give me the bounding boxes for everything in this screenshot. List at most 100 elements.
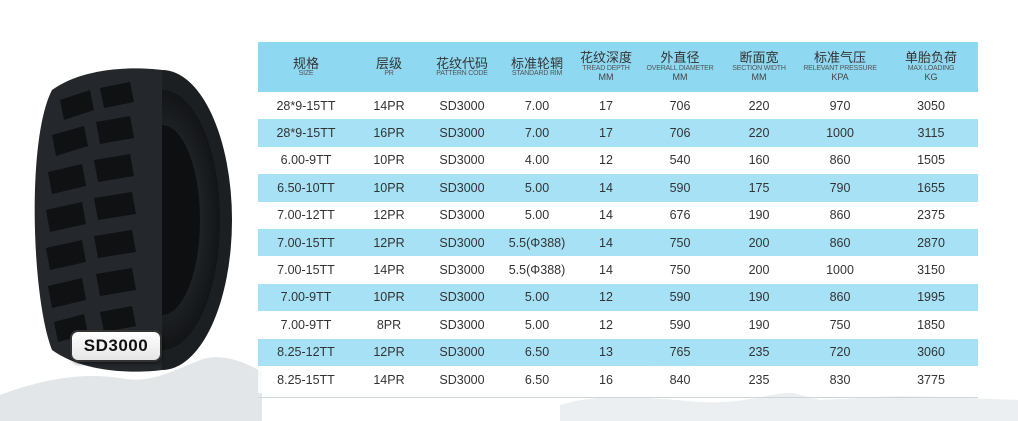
cell-width: 220	[722, 92, 796, 120]
table-row: 6.00-9TT 10PR SD3000 4.00 12 540 160 860 1505	[258, 146, 978, 175]
cell-width: 235	[722, 338, 796, 366]
cell-pattern: SD3000	[424, 174, 500, 202]
cell-load: 2870	[884, 228, 978, 257]
cell-ply: 14PR	[354, 365, 424, 394]
cell-diameter: 706	[638, 92, 722, 120]
cell-rim: 5.00	[500, 201, 574, 229]
cell-size: 6.00-9TT	[258, 146, 354, 175]
cell-width: 200	[722, 228, 796, 257]
cell-pattern: SD3000	[424, 201, 500, 229]
cell-width: 190	[722, 201, 796, 229]
cell-pattern: SD3000	[424, 283, 500, 312]
cell-pattern: SD3000	[424, 146, 500, 175]
cell-size: 7.00-15TT	[258, 256, 354, 284]
cell-diameter: 590	[638, 174, 722, 202]
cell-size: 28*9-15TT	[258, 92, 354, 120]
header-overall-diameter: 外直径 OVERALL DIAMETER MM	[638, 42, 722, 92]
table-row: 8.25-12TT 12PR SD3000 6.50 13 765 235 720 3060	[258, 338, 978, 366]
cell-pattern: SD3000	[424, 228, 500, 257]
cell-pattern: SD3000	[424, 92, 500, 120]
table-row: 7.00-9TT 10PR SD3000 5.00 12 590 190 860 1995	[258, 283, 978, 312]
cell-size: 6.50-10TT	[258, 174, 354, 202]
cell-tread-depth: 12	[574, 146, 638, 175]
cell-rim: 5.5(Φ388)	[500, 256, 574, 284]
cell-pressure: 860	[796, 228, 884, 257]
cell-size: 8.25-15TT	[258, 365, 354, 394]
cell-rim: 7.00	[500, 92, 574, 120]
cell-width: 200	[722, 256, 796, 284]
cell-ply: 12PR	[354, 338, 424, 366]
table-bottom-rule	[258, 397, 978, 398]
cell-load: 3775	[884, 365, 978, 394]
header-pattern-code: 花纹代码 PATTERN CODE	[424, 42, 500, 92]
cell-ply: 8PR	[354, 311, 424, 339]
header-size: 规格 SIZE	[258, 42, 354, 92]
header-ply-rating: 层级 PR	[354, 42, 424, 92]
cell-rim: 6.50	[500, 338, 574, 366]
cell-size: 7.00-9TT	[258, 311, 354, 339]
cell-pressure: 1000	[796, 119, 884, 147]
cell-load: 3115	[884, 119, 978, 147]
cell-rim: 5.00	[500, 174, 574, 202]
cell-load: 3060	[884, 338, 978, 366]
table-row: 7.00-15TT 12PR SD3000 5.5(Φ388) 14 750 200 860 2…	[258, 228, 978, 257]
cell-rim: 4.00	[500, 146, 574, 175]
cell-width: 235	[722, 365, 796, 394]
header-max-loading: 单胎负荷 MAX LOADING KG	[884, 42, 978, 92]
cell-load: 1505	[884, 146, 978, 175]
cell-tread-depth: 12	[574, 283, 638, 312]
cell-width: 220	[722, 119, 796, 147]
cell-pattern: SD3000	[424, 119, 500, 147]
header-row: 规格 SIZE 层级 PR 花纹代码 PATTERN CODE 标准轮辋 STANDAR…	[258, 42, 978, 92]
cell-size: 7.00-9TT	[258, 283, 354, 312]
cell-tread-depth: 14	[574, 174, 638, 202]
cell-ply: 14PR	[354, 256, 424, 284]
cell-diameter: 590	[638, 311, 722, 339]
cell-tread-depth: 14	[574, 256, 638, 284]
cell-pattern: SD3000	[424, 256, 500, 284]
cell-tread-depth: 17	[574, 92, 638, 120]
cell-diameter: 676	[638, 201, 722, 229]
cell-ply: 12PR	[354, 228, 424, 257]
cell-pressure: 860	[796, 201, 884, 229]
cell-diameter: 590	[638, 283, 722, 312]
cell-pressure: 830	[796, 365, 884, 394]
table-row: 7.00-15TT 14PR SD3000 5.5(Φ388) 14 750 200 1000…	[258, 256, 978, 284]
cell-diameter: 840	[638, 365, 722, 394]
header-tread-depth: 花纹深度 TREAD DEPTH MM	[574, 42, 638, 92]
cell-load: 1995	[884, 283, 978, 312]
table-row: 7.00-9TT 8PR SD3000 5.00 12 590 190 750 1850	[258, 311, 978, 339]
cell-size: 7.00-12TT	[258, 201, 354, 229]
table-row: 7.00-12TT 12PR SD3000 5.00 14 676 190 860 2375	[258, 201, 978, 229]
cell-pattern: SD3000	[424, 311, 500, 339]
cell-tread-depth: 14	[574, 201, 638, 229]
cell-ply: 14PR	[354, 92, 424, 120]
cell-pressure: 970	[796, 92, 884, 120]
cell-tread-depth: 13	[574, 338, 638, 366]
header-section-width: 断面宽 SECTION WIDTH MM	[722, 42, 796, 92]
cell-pressure: 750	[796, 311, 884, 339]
cell-load: 2375	[884, 201, 978, 229]
cell-pressure: 1000	[796, 256, 884, 284]
cell-load: 3150	[884, 256, 978, 284]
table-row: 6.50-10TT 10PR SD3000 5.00 14 590 175 790 1655	[258, 174, 978, 202]
cell-rim: 5.5(Φ388)	[500, 228, 574, 257]
cell-diameter: 540	[638, 146, 722, 175]
model-badge: SD3000	[70, 330, 162, 362]
cell-ply: 10PR	[354, 174, 424, 202]
cell-load: 1850	[884, 311, 978, 339]
cell-ply: 16PR	[354, 119, 424, 147]
cell-diameter: 765	[638, 338, 722, 366]
cell-diameter: 750	[638, 256, 722, 284]
cell-ply: 10PR	[354, 283, 424, 312]
cell-pressure: 790	[796, 174, 884, 202]
cell-load: 1655	[884, 174, 978, 202]
cell-diameter: 706	[638, 119, 722, 147]
tire-spec-table: 规格 SIZE 层级 PR 花纹代码 PATTERN CODE 标准轮辋 STANDAR…	[258, 42, 978, 394]
header-pressure: 标准气压 RELEVANT PRESSURE KPA	[796, 42, 884, 92]
cell-pressure: 860	[796, 283, 884, 312]
cell-pressure: 720	[796, 338, 884, 366]
cell-ply: 12PR	[354, 201, 424, 229]
cell-ply: 10PR	[354, 146, 424, 175]
cell-rim: 6.50	[500, 365, 574, 394]
